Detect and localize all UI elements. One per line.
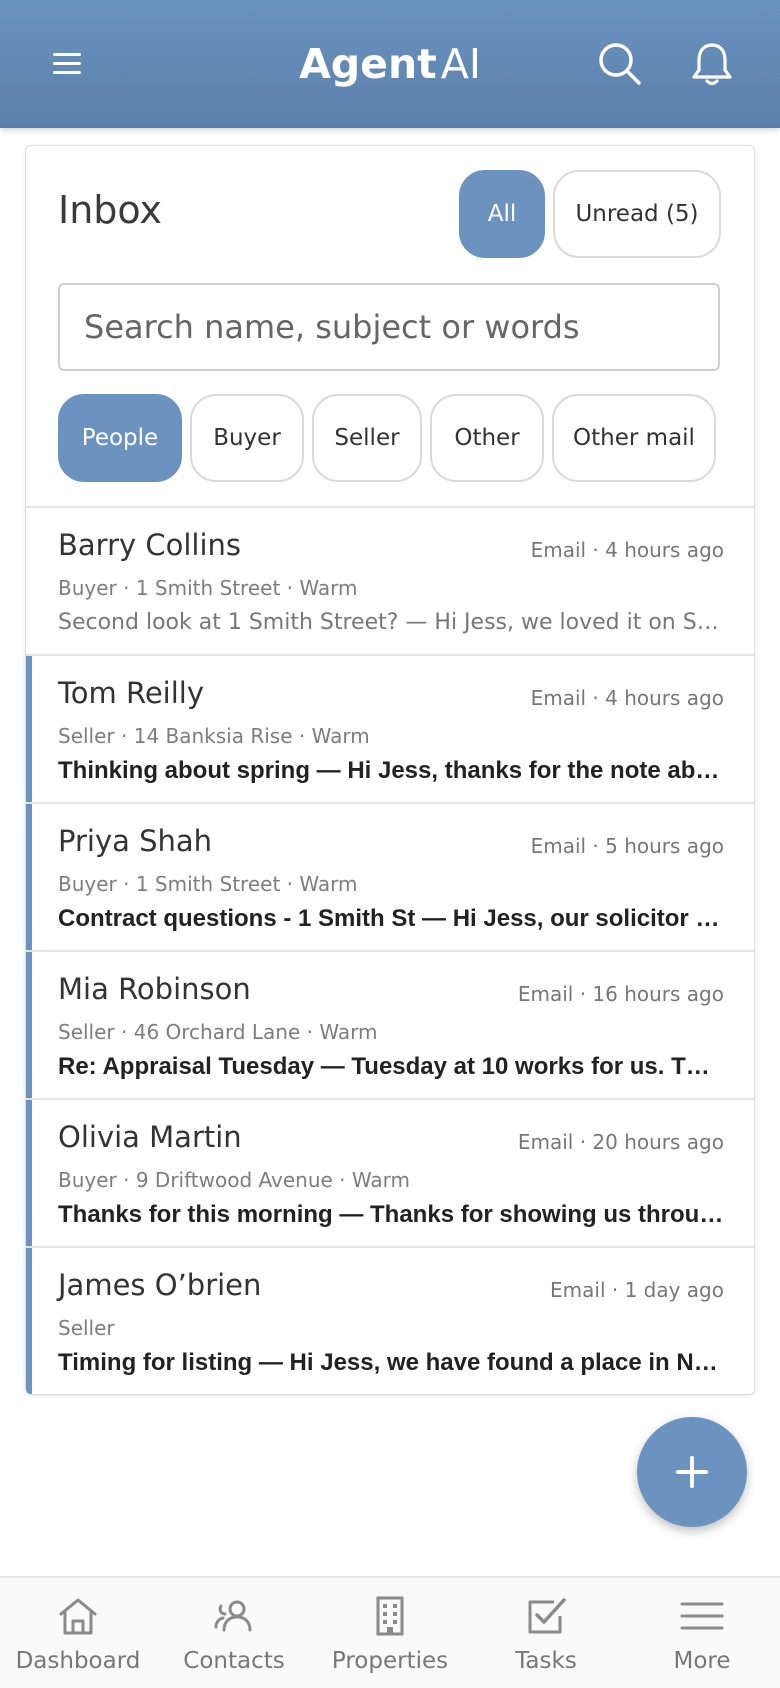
home-icon — [59, 1598, 97, 1635]
contact-details: Seller · 14 Banksia Rise · Warm — [58, 724, 370, 748]
sender-name: Olivia Martin — [58, 1120, 242, 1154]
message-meta: Email · 1 day ago — [550, 1278, 724, 1302]
message-meta: Email · 20 hours ago — [517, 1130, 724, 1154]
message-preview: Thinking about spring — Hi Jess, thanks … — [58, 757, 724, 784]
search-icon[interactable] — [596, 40, 644, 88]
inbox-title: Inbox — [58, 188, 162, 232]
nav-contacts[interactable]: Contacts — [156, 1578, 312, 1688]
filter-unread-button[interactable]: Unread (5) — [553, 170, 721, 258]
compose-fab-button[interactable] — [637, 1417, 747, 1527]
message-list: Barry Collins Email · 4 hours ago Buyer … — [26, 508, 754, 1394]
message-meta: Email · 5 hours ago — [530, 834, 724, 858]
contacts-icon — [214, 1600, 252, 1632]
category-other-mail[interactable]: Other mail — [552, 394, 716, 482]
nav-tasks[interactable]: Tasks — [468, 1578, 624, 1688]
contact-details: Buyer · 1 Smith Street · Warm — [58, 872, 358, 896]
sender-name: Barry Collins — [58, 528, 242, 562]
category-people[interactable]: People — [58, 394, 182, 482]
message-row[interactable]: Barry Collins Email · 4 hours ago Buyer … — [26, 508, 754, 656]
message-row[interactable]: Mia Robinson Email · 16 hours ago Seller… — [26, 952, 754, 1100]
app-brand: AgentAI — [0, 38, 780, 90]
message-row[interactable]: James O’brien Email · 1 day ago Seller T… — [26, 1248, 754, 1394]
sender-name: Priya Shah — [58, 824, 213, 858]
contact-details: Seller · 46 Orchard Lane · Warm — [58, 1020, 378, 1044]
message-meta: Email · 4 hours ago — [530, 686, 724, 710]
search-input[interactable] — [58, 283, 720, 371]
category-seller[interactable]: Seller — [312, 394, 422, 482]
message-preview: Second look at 1 Smith Street? — Hi Jess… — [58, 610, 724, 635]
message-preview: Contract questions - 1 Smith St — Hi Jes… — [58, 905, 724, 932]
message-preview: Re: Appraisal Tuesday — Tuesday at 10 wo… — [58, 1053, 724, 1080]
message-preview: Thanks for this morning — Thanks for sho… — [58, 1201, 724, 1228]
sender-name: Tom Reilly — [58, 676, 205, 710]
brand-light: AI — [440, 40, 481, 88]
app-header: AgentAI — [0, 0, 780, 128]
contact-details: Buyer · 9 Driftwood Avenue · Warm — [58, 1168, 410, 1192]
filter-all-button[interactable]: All — [459, 170, 545, 258]
nav-more[interactable]: More — [624, 1578, 780, 1688]
notifications-bell-icon[interactable] — [688, 40, 736, 88]
nav-label: More — [673, 1648, 731, 1674]
category-buyer[interactable]: Buyer — [190, 394, 304, 482]
nav-dashboard[interactable]: Dashboard — [0, 1578, 156, 1688]
nav-label: Tasks — [515, 1648, 577, 1674]
category-other[interactable]: Other — [430, 394, 544, 482]
more-menu-icon — [680, 1602, 724, 1630]
checkbox-icon — [528, 1598, 566, 1634]
message-row[interactable]: Tom Reilly Email · 4 hours ago Seller · … — [26, 656, 754, 804]
nav-label: Properties — [331, 1648, 449, 1674]
message-preview: Timing for listing — Hi Jess, we have fo… — [58, 1349, 724, 1376]
nav-label: Contacts — [183, 1648, 285, 1674]
sender-name: Mia Robinson — [58, 972, 251, 1006]
plus-icon-bar — [690, 1456, 694, 1488]
message-meta: Email · 16 hours ago — [517, 982, 724, 1006]
message-meta: Email · 4 hours ago — [530, 538, 724, 562]
contact-details: Buyer · 1 Smith Street · Warm — [58, 576, 358, 600]
message-row[interactable]: Olivia Martin Email · 20 hours ago Buyer… — [26, 1100, 754, 1248]
message-row[interactable]: Priya Shah Email · 5 hours ago Buyer · 1… — [26, 804, 754, 952]
sender-name: James O’brien — [58, 1268, 262, 1302]
brand-bold: Agent — [299, 40, 437, 88]
nav-label: Dashboard — [15, 1648, 141, 1674]
inbox-card: Inbox All Unread (5) People Buyer Seller… — [25, 145, 755, 1395]
building-icon — [376, 1596, 404, 1636]
contact-details: Seller — [58, 1316, 115, 1340]
nav-properties[interactable]: Properties — [312, 1578, 468, 1688]
bottom-nav: Dashboard Contacts Properties Tasks More — [0, 1576, 780, 1688]
